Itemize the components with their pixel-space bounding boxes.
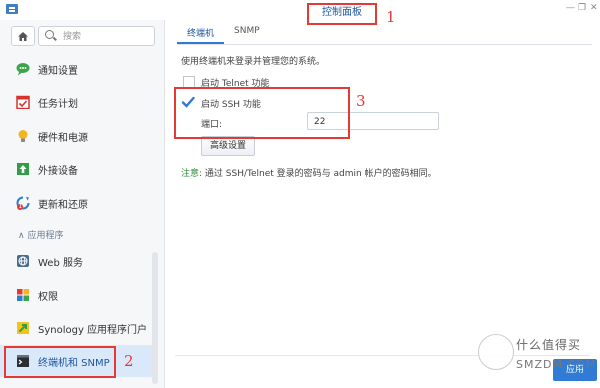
sidebar-item-task-scheduler[interactable]: 任务计划 — [0, 87, 152, 117]
watermark-logo — [478, 334, 514, 370]
note-prefix: 注意: — [181, 169, 203, 179]
sidebar-item-hardware-power[interactable]: 硬件和电源 — [0, 121, 152, 151]
sidebar-item-app-portal[interactable]: Synology 应用程序门户 — [0, 313, 152, 343]
calendar-check-icon — [16, 95, 30, 110]
lightbulb-icon — [16, 129, 30, 143]
sidebar-item-update-restore[interactable]: 1 更新和还原 — [0, 188, 152, 218]
sidebar-item-label: 硬件和电源 — [38, 132, 88, 144]
sidebar-item-label: Synology 应用程序门户 — [38, 324, 148, 336]
pin-icon[interactable]: — — [566, 3, 575, 13]
search-box[interactable] — [38, 26, 155, 46]
sidebar-item-label: 更新和还原 — [38, 199, 88, 211]
sidebar-item-label: 权限 — [38, 291, 58, 303]
update-badge: 1 — [18, 202, 23, 210]
home-icon — [18, 31, 28, 41]
note-text: 注意: 通过 SSH/Telnet 登录的密码与 admin 帐户的密码相同。 — [181, 166, 437, 179]
terminal-description: 使用终端机来登录并管理您的系统。 — [181, 57, 326, 67]
title-bar: 控制面板 — ❐ ✕ — [0, 0, 600, 20]
upload-device-icon — [16, 162, 30, 176]
grid-icon — [16, 288, 30, 302]
sidebar-scrollbar[interactable] — [152, 252, 158, 384]
update-restore-icon: 1 — [16, 196, 30, 210]
search-input[interactable] — [61, 29, 151, 45]
tab-snmp[interactable]: SNMP — [224, 22, 270, 44]
note-body: 通过 SSH/Telnet 登录的密码与 admin 帐户的密码相同。 — [204, 169, 437, 179]
annotation-number-2: 2 — [124, 352, 134, 370]
sidebar-item-privileges[interactable]: 权限 — [0, 280, 152, 310]
sidebar-item-external-devices[interactable]: 外接设备 — [0, 154, 152, 184]
watermark: 什么值得买 SMZDM.COM — [478, 330, 598, 386]
tab-terminal[interactable]: 终端机 — [177, 22, 225, 44]
annotation-box-3 — [174, 87, 350, 139]
sidebar-item-label: Web 服务 — [38, 257, 83, 269]
annotation-number-1: 1 — [386, 8, 396, 26]
control-panel-app-icon — [6, 4, 18, 14]
sidebar-item-label: 外接设备 — [38, 165, 78, 177]
annotation-box-2 — [4, 346, 116, 378]
tab-bar: 终端机 SNMP — [177, 22, 270, 44]
restore-icon[interactable]: ❐ — [578, 3, 586, 13]
close-icon[interactable]: ✕ — [590, 3, 598, 13]
home-button[interactable] — [11, 26, 35, 46]
sidebar-item-label: 通知设置 — [38, 65, 78, 77]
tab-divider — [177, 44, 592, 45]
chat-bubble-icon — [16, 62, 30, 76]
section-header-applications[interactable]: ∧ 应用程序 — [18, 228, 63, 241]
sidebar-item-notification[interactable]: 通知设置 — [0, 54, 152, 84]
sidebar: 通知设置 任务计划 硬件和电源 外接设备 1 更新和还原 ∧ 应用程序 Web … — [0, 20, 165, 388]
watermark-line2: SMZDM.COM — [516, 358, 597, 371]
sidebar-item-web-services[interactable]: Web 服务 — [0, 246, 152, 276]
annotation-box-1 — [307, 3, 377, 25]
watermark-line1: 什么值得买 — [516, 338, 582, 352]
annotation-number-3: 3 — [356, 92, 366, 110]
chevron-up-icon: ∧ — [18, 231, 25, 241]
search-icon — [45, 30, 54, 39]
globe-icon — [16, 254, 30, 268]
sidebar-item-label: 任务计划 — [38, 98, 78, 110]
portal-arrow-icon — [16, 321, 30, 335]
advanced-settings-button[interactable]: 高级设置 — [201, 136, 255, 156]
